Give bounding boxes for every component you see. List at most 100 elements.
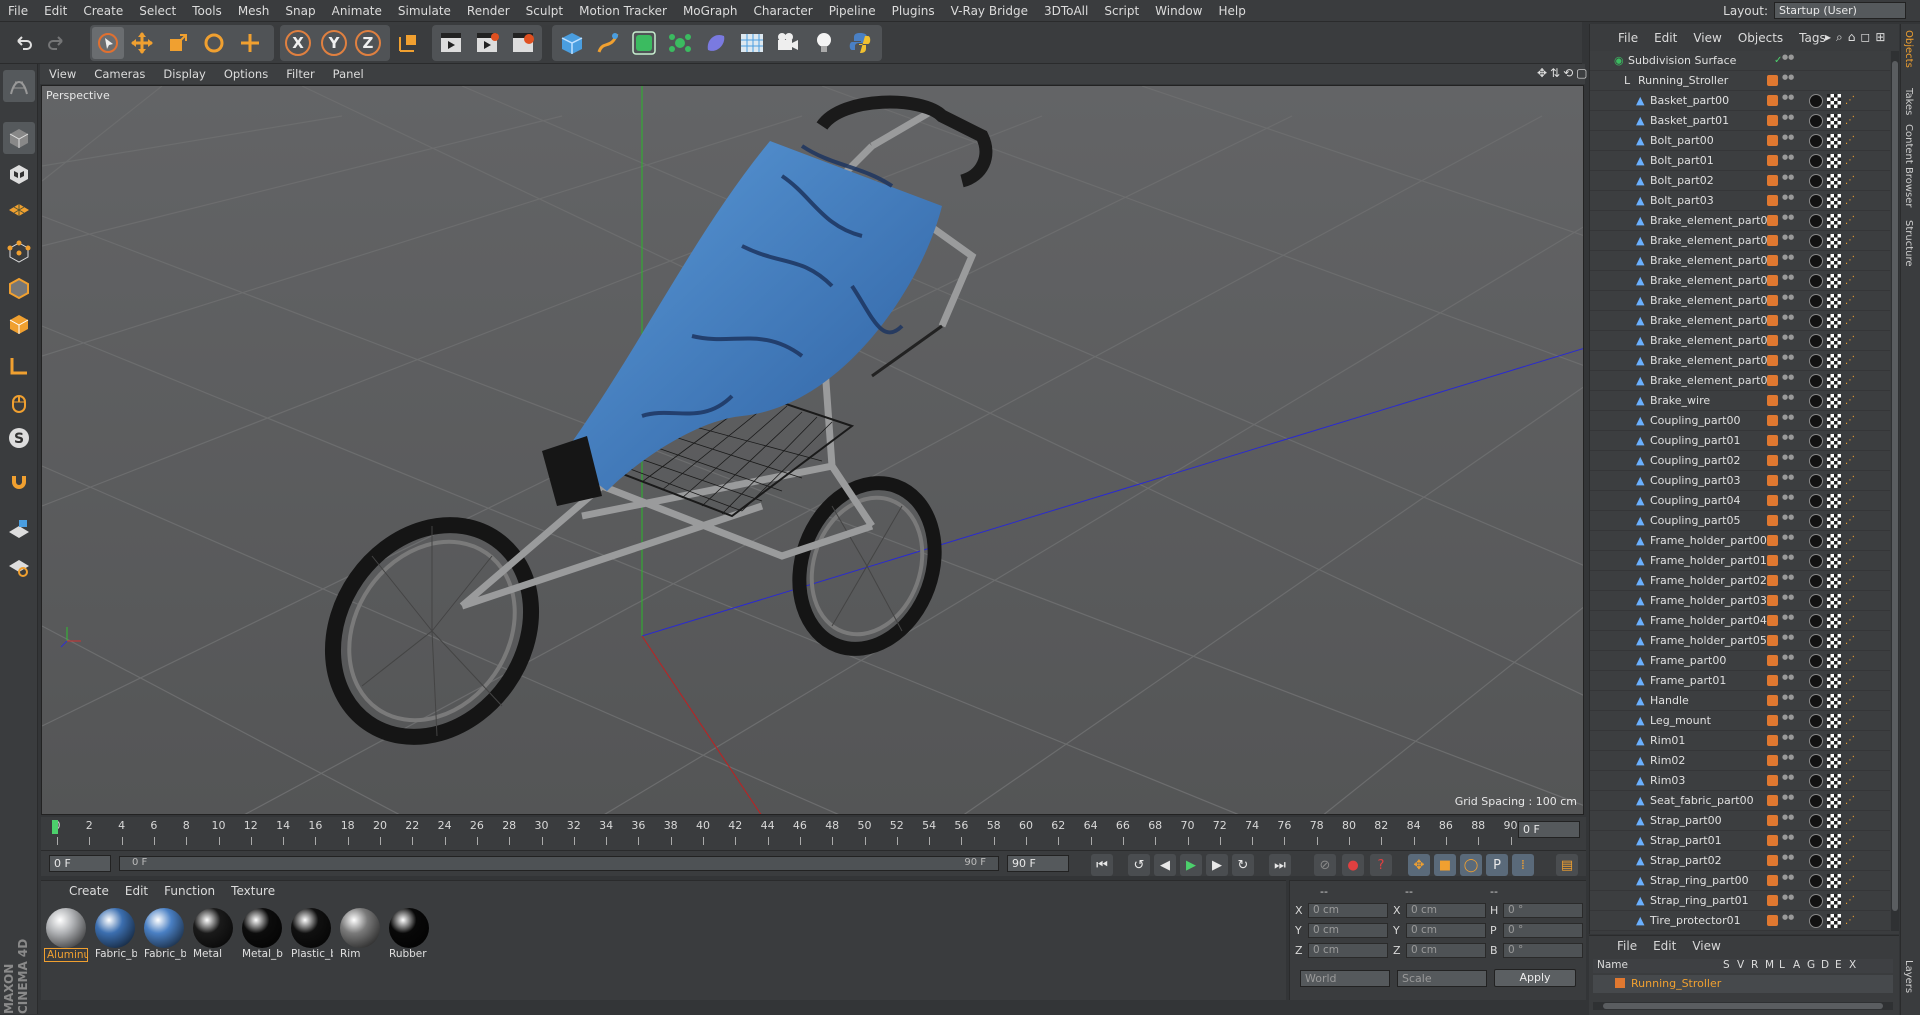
visibility-dots[interactable]: ●●	[1782, 154, 1794, 161]
texture-tag-icon[interactable]: ⋰	[1845, 354, 1859, 368]
visibility-dots[interactable]: ●●	[1782, 414, 1794, 421]
menu-mograph[interactable]: MoGraph	[675, 0, 746, 22]
material-swatch[interactable]: Metal	[191, 907, 235, 965]
layer-menu-file[interactable]: File	[1609, 939, 1645, 953]
object-row[interactable]: ▲ Rim02 ●● ⋰	[1590, 751, 1890, 771]
visibility-dots[interactable]: ●●	[1782, 574, 1794, 581]
timeline-window-icon[interactable]: ▤	[1556, 854, 1578, 876]
material-tag-icon[interactable]	[1809, 734, 1823, 748]
solo-mode-icon[interactable]: S	[3, 422, 35, 454]
material-tag-icon[interactable]	[1809, 614, 1823, 628]
object-row[interactable]: ▲ Handle ●● ⋰	[1590, 691, 1890, 711]
visibility-dots[interactable]: ●●	[1782, 794, 1794, 801]
playhead-marker[interactable]	[52, 820, 58, 834]
object-row[interactable]: ▲ Seat_fabric_part00 ●● ⋰	[1590, 791, 1890, 811]
texture-tag-icon[interactable]: ⋰	[1845, 754, 1859, 768]
layer-color-icon[interactable]	[1767, 235, 1778, 246]
uvw-tag-icon[interactable]	[1827, 94, 1841, 108]
visibility-dots[interactable]: ●●	[1782, 814, 1794, 821]
texture-tag-icon[interactable]: ⋰	[1845, 574, 1859, 588]
menu-pipeline[interactable]: Pipeline	[821, 0, 884, 22]
object-row[interactable]: ▲ Frame_holder_part02 ●● ⋰	[1590, 571, 1890, 591]
object-row[interactable]: ▲ Strap_ring_part01 ●● ⋰	[1590, 891, 1890, 911]
layer-color-icon[interactable]	[1767, 555, 1778, 566]
texture-tag-icon[interactable]: ⋰	[1845, 514, 1859, 528]
frame-range-slider[interactable]: 0 F 90 F	[119, 856, 999, 871]
visibility-dots[interactable]: ●●	[1782, 234, 1794, 241]
layer-color-icon[interactable]	[1767, 135, 1778, 146]
object-row[interactable]: ▲ Brake_element_part03 ●● ⋰	[1590, 271, 1890, 291]
camera-object-icon[interactable]	[772, 27, 804, 59]
object-name[interactable]: Frame_holder_part00	[1650, 531, 1767, 551]
material-tag-icon[interactable]	[1809, 634, 1823, 648]
object-row[interactable]: ▲ Bolt_part00 ●● ⋰	[1590, 131, 1890, 151]
menu-create[interactable]: Create	[75, 0, 131, 22]
layer-color-icon[interactable]	[1767, 915, 1778, 926]
objects-tab[interactable]: Objects	[1903, 30, 1914, 68]
uvw-tag-icon[interactable]	[1827, 774, 1841, 788]
coord-value-field[interactable]: 0 cm	[1308, 903, 1388, 918]
material-menu-create[interactable]: Create	[61, 884, 117, 898]
visibility-dots[interactable]: ●●	[1782, 514, 1794, 521]
layer-column-g[interactable]: G	[1807, 959, 1815, 971]
layer-color-icon[interactable]	[1767, 395, 1778, 406]
object-name[interactable]: Bolt_part02	[1650, 171, 1714, 191]
next-frame-icon[interactable]: ▶	[1206, 854, 1228, 876]
object-name[interactable]: Basket_part00	[1650, 91, 1729, 111]
planar-workplane-icon[interactable]	[3, 550, 35, 582]
subdivision-surface-icon[interactable]	[628, 27, 660, 59]
layer-color-icon[interactable]	[1767, 855, 1778, 866]
material-swatch[interactable]: Fabric_b	[93, 907, 137, 965]
object-row[interactable]: ▲ Coupling_part05 ●● ⋰	[1590, 511, 1890, 531]
object-row[interactable]: ▲ Frame_holder_part00 ●● ⋰	[1590, 531, 1890, 551]
viewport-menu-options[interactable]: Options	[215, 67, 277, 81]
uvw-tag-icon[interactable]	[1827, 754, 1841, 768]
uvw-tag-icon[interactable]	[1827, 834, 1841, 848]
uvw-tag-icon[interactable]	[1827, 394, 1841, 408]
layer-color-icon[interactable]	[1767, 175, 1778, 186]
texture-tag-icon[interactable]: ⋰	[1845, 374, 1859, 388]
layer-color-icon[interactable]	[1767, 115, 1778, 126]
record-keys-icon[interactable]: ⊘	[1314, 854, 1336, 876]
object-name[interactable]: Frame_part01	[1650, 671, 1726, 691]
texture-tag-icon[interactable]: ⋰	[1845, 854, 1859, 868]
cloner-icon[interactable]	[664, 27, 696, 59]
menu-window[interactable]: Window	[1147, 0, 1210, 22]
play-forward-icon[interactable]: ▶	[1180, 854, 1202, 876]
cube-object-icon[interactable]	[556, 27, 588, 59]
end-frame-field[interactable]: 90 F	[1007, 855, 1069, 872]
layers-tab[interactable]: Layers	[1903, 960, 1914, 993]
object-name[interactable]: Strap_part02	[1650, 851, 1722, 871]
material-swatch[interactable]: Metal_b	[240, 907, 284, 965]
layer-color-icon[interactable]	[1767, 815, 1778, 826]
uvw-tag-icon[interactable]	[1827, 254, 1841, 268]
coord-value-field[interactable]: 0 °	[1503, 903, 1583, 918]
snapping-icon[interactable]	[3, 468, 35, 500]
object-row[interactable]: ▲ Frame_holder_part03 ●● ⋰	[1590, 591, 1890, 611]
points-mode-icon[interactable]	[3, 236, 35, 268]
object-name[interactable]: Strap_ring_part01	[1650, 891, 1749, 911]
object-row[interactable]: ▲ Bolt_part03 ●● ⋰	[1590, 191, 1890, 211]
visibility-dots[interactable]: ●●	[1782, 454, 1794, 461]
texture-tag-icon[interactable]: ⋰	[1845, 134, 1859, 148]
material-tag-icon[interactable]	[1809, 174, 1823, 188]
uvw-tag-icon[interactable]	[1827, 494, 1841, 508]
visibility-dots[interactable]: ●●	[1782, 434, 1794, 441]
scale-dropdown[interactable]: Scale	[1397, 970, 1487, 987]
object-name[interactable]: Brake_element_part02	[1650, 251, 1774, 271]
layer-column-a[interactable]: A	[1793, 959, 1800, 971]
uvw-tag-icon[interactable]	[1827, 814, 1841, 828]
object-name[interactable]: Coupling_part00	[1650, 411, 1741, 431]
object-row[interactable]: L Running_Stroller ●●	[1590, 71, 1890, 91]
layer-column-l[interactable]: L	[1779, 959, 1785, 971]
texture-tag-icon[interactable]: ⋰	[1845, 734, 1859, 748]
layer-scrollbar[interactable]	[1593, 1002, 1893, 1010]
visibility-dots[interactable]: ●●	[1782, 914, 1794, 921]
texture-mode-icon[interactable]	[3, 158, 35, 190]
object-name[interactable]: Frame_holder_part03	[1650, 591, 1767, 611]
uvw-tag-icon[interactable]	[1827, 614, 1841, 628]
texture-tag-icon[interactable]: ⋰	[1845, 914, 1859, 928]
layer-color-icon[interactable]	[1767, 435, 1778, 446]
menu-motion-tracker[interactable]: Motion Tracker	[571, 0, 675, 22]
texture-tag-icon[interactable]: ⋰	[1845, 334, 1859, 348]
